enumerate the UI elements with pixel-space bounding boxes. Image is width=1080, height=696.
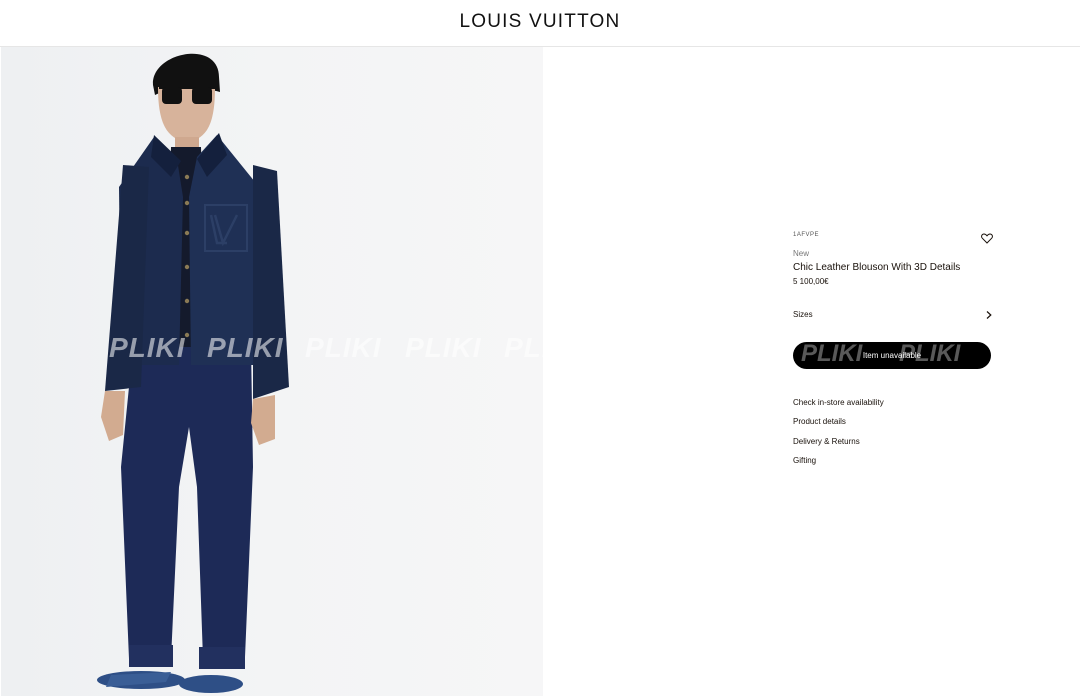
watermark-text: PLIKI [801, 342, 863, 367]
heart-icon[interactable] [981, 233, 993, 244]
site-header: LOUIS VUITTON [0, 0, 1080, 47]
product-image: PLIKI PLIKI PLIKI PLIKI PLIKI [1, 47, 543, 696]
product-tag: New [793, 249, 810, 258]
product-name: Chic Leather Blouson With 3D Details [793, 262, 961, 273]
watermark-text: PLIKI [405, 332, 482, 363]
chevron-right-icon [986, 311, 992, 319]
product-links: Check in-store availability Product deta… [793, 398, 884, 475]
product-price: 5 100,00€ [793, 277, 829, 286]
product-details-link[interactable]: Product details [793, 417, 884, 436]
delivery-returns-link[interactable]: Delivery & Returns [793, 437, 884, 456]
watermark-text: PLIKI [207, 332, 284, 363]
brand-logo[interactable]: LOUIS VUITTON [0, 11, 1080, 33]
watermark-text: PLIKI [109, 332, 186, 363]
cta-label: Item unavailable [862, 351, 922, 360]
sizes-label: Sizes [793, 310, 813, 319]
model-illustration [97, 53, 289, 693]
sizes-selector[interactable]: Sizes [793, 308, 992, 322]
gifting-link[interactable]: Gifting [793, 456, 884, 475]
product-sku: 1AFVPE [793, 232, 820, 238]
item-unavailable-button[interactable]: PLIKI PLIKI Item unavailable [793, 342, 991, 369]
watermark-text: PLIKI [305, 332, 382, 363]
check-store-availability-link[interactable]: Check in-store availability [793, 398, 884, 417]
watermark-text: PLIKI [504, 332, 543, 363]
